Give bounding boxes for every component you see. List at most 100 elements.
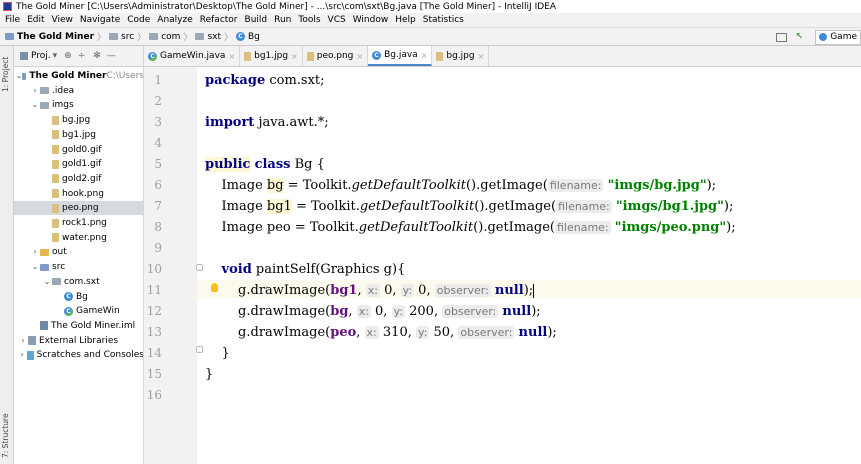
nav-toolbar: ↖ Game <box>775 28 861 46</box>
project-tool-button[interactable]: 1: Project <box>1 57 10 92</box>
close-icon[interactable]: × <box>356 52 363 61</box>
code-token: null <box>518 325 548 340</box>
chevron-right-icon[interactable]: › <box>18 334 28 348</box>
window-title-bar: The Gold Miner [C:\Users\Administrator\D… <box>0 0 861 13</box>
menu-code[interactable]: Code <box>127 15 150 25</box>
line-number: 8 <box>154 220 162 234</box>
close-icon[interactable]: × <box>478 52 485 61</box>
breadcrumb-bg[interactable]: C Bg <box>236 32 260 42</box>
tree-item[interactable]: water.png <box>14 231 143 245</box>
project-structure-icon[interactable] <box>775 32 787 42</box>
code-token: null <box>494 283 524 298</box>
chevron-down-icon[interactable]: ⌄ <box>42 275 52 289</box>
code-token: ); <box>523 283 534 298</box>
fold-marker-icon[interactable] <box>196 264 203 271</box>
editor-tab[interactable]: C GameWin.java × <box>144 46 241 66</box>
code-token: getDefaultToolkit <box>359 199 475 214</box>
tree-item[interactable]: › .idea <box>14 84 143 98</box>
menu-refactor[interactable]: Refactor <box>200 15 238 25</box>
code-line[interactable]: Image bg1 = Toolkit.getDefaultToolkit().… <box>205 199 733 214</box>
editor-tab[interactable]: bg.jpg × <box>432 46 490 66</box>
line-number: 7 <box>154 199 162 213</box>
breadcrumb-src[interactable]: src <box>109 32 134 42</box>
menu-build[interactable]: Build <box>245 15 268 25</box>
code-line[interactable]: } <box>205 367 213 382</box>
hide-icon[interactable]: — <box>107 51 116 61</box>
tree-item[interactable]: bg1.jpg <box>14 128 143 142</box>
line-number: 5 <box>154 157 162 171</box>
code-token: ); <box>531 304 541 319</box>
code-token: g.drawImage( <box>205 304 331 319</box>
menu-run[interactable]: Run <box>274 15 291 25</box>
code-line[interactable]: g.drawImage(bg, x: 0, y: 200, observer: … <box>205 304 541 319</box>
tree-item[interactable]: ⌄ The Gold Miner C:\Users <box>14 69 143 83</box>
project-view-select[interactable]: Proj. <box>31 51 51 61</box>
tree-item[interactable]: gold1.gif <box>14 157 143 171</box>
chevron-right-icon[interactable]: › <box>30 84 40 98</box>
tree-item[interactable]: gold2.gif <box>14 172 143 186</box>
code-line[interactable]: g.drawImage(bg1, x: 0, y: 0, observer: n… <box>205 283 535 298</box>
tree-item-label: External Libraries <box>39 335 119 346</box>
tree-item[interactable]: gold0.gif <box>14 143 143 157</box>
code-line[interactable]: void paintSelf(Graphics g){ <box>205 262 406 277</box>
tree-item[interactable]: › External Libraries <box>14 334 143 348</box>
menu-file[interactable]: File <box>5 15 20 25</box>
menu-view[interactable]: View <box>52 15 73 25</box>
close-icon[interactable]: × <box>421 51 428 60</box>
code-line[interactable]: g.drawImage(peo, x: 310, y: 50, observer… <box>205 325 557 340</box>
menu-analyze[interactable]: Analyze <box>157 15 192 25</box>
tree-item[interactable]: ⌄ com.sxt <box>14 275 143 289</box>
tree-item[interactable]: › Scratches and Consoles <box>14 348 143 362</box>
tree-item[interactable]: › out <box>14 245 143 259</box>
code-line[interactable]: import java.awt.*; <box>205 115 329 130</box>
code-token: getDefaultToolkit <box>358 220 474 235</box>
menu-navigate[interactable]: Navigate <box>80 15 120 25</box>
tree-item[interactable]: peo.png <box>14 201 143 216</box>
tree-item[interactable]: The Gold Miner.iml <box>14 319 143 333</box>
tree-item[interactable]: ⌄ imgs <box>14 98 143 112</box>
menu-tools[interactable]: Tools <box>298 15 320 25</box>
code-line[interactable]: public class Bg { <box>205 157 325 172</box>
chevron-down-icon[interactable]: ⌄ <box>16 69 23 83</box>
tree-item[interactable]: C Bg <box>14 290 143 304</box>
editor-tab[interactable]: bg1.jpg × <box>240 46 303 66</box>
menu-edit[interactable]: Edit <box>27 15 44 25</box>
breadcrumb-sxt[interactable]: sxt <box>195 32 221 42</box>
fold-marker-icon[interactable] <box>196 346 203 353</box>
code-line[interactable]: } <box>205 346 230 361</box>
editor-tab-label: bg.jpg <box>446 51 475 61</box>
code-line[interactable]: package com.sxt; <box>205 73 325 88</box>
breadcrumb-com[interactable]: com <box>149 32 180 42</box>
locate-target-icon[interactable]: ⊕ <box>64 51 72 61</box>
tree-item[interactable]: ⌄ src <box>14 260 143 274</box>
code-token: bg1 <box>266 199 292 214</box>
editor-tab[interactable]: peo.png × <box>303 46 369 66</box>
build-hammer-icon[interactable]: ↖ <box>796 32 804 42</box>
menu-help[interactable]: Help <box>395 15 416 25</box>
menu-window[interactable]: Window <box>353 15 389 25</box>
collapse-icon[interactable]: ÷ <box>78 51 86 61</box>
structure-tool-button[interactable]: 7: Structure <box>1 413 10 458</box>
tree-item[interactable]: bg.jpg <box>14 113 143 127</box>
tree-item[interactable]: hook.png <box>14 187 143 201</box>
project-view-icon <box>20 52 28 60</box>
gear-icon[interactable]: ✻ <box>93 51 101 61</box>
chevron-down-icon[interactable]: ▾ <box>53 51 58 61</box>
chevron-down-icon[interactable]: ⌄ <box>30 98 40 112</box>
run-configuration-select[interactable]: Game <box>815 29 861 45</box>
code-line[interactable]: Image bg = Toolkit.getDefaultToolkit().g… <box>205 178 716 193</box>
close-icon[interactable]: × <box>228 52 235 61</box>
breadcrumb-project[interactable]: The Gold Miner <box>5 32 94 42</box>
chevron-down-icon[interactable]: ⌄ <box>30 260 40 274</box>
menu-vcs[interactable]: VCS <box>328 15 346 25</box>
editor-tab[interactable]: C Bg.java × <box>368 46 433 66</box>
close-icon[interactable]: × <box>291 52 298 61</box>
code-line[interactable]: Image peo = Toolkit.getDefaultToolkit().… <box>205 220 736 235</box>
chevron-right-icon[interactable]: › <box>30 245 40 259</box>
tree-item[interactable]: rock1.png <box>14 216 143 230</box>
chevron-right-icon[interactable]: › <box>18 348 27 362</box>
tree-item-label: hook.png <box>62 188 104 199</box>
menu-statistics[interactable]: Statistics <box>423 15 464 25</box>
code-token: } <box>205 367 214 382</box>
tree-item[interactable]: C GameWin <box>14 304 143 318</box>
